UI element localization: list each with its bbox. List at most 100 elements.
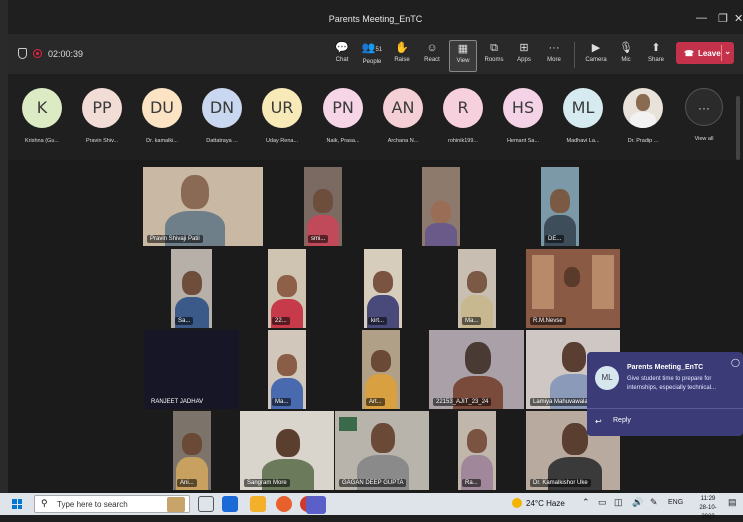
video-tile[interactable]: DE... xyxy=(541,167,579,246)
people-count: 51 xyxy=(375,47,383,53)
video-tile[interactable]: Sa... xyxy=(171,249,212,328)
participant-card[interactable]: PN Naik, Prasa... xyxy=(313,88,373,144)
participant-card[interactable]: DN Dattatraya ... xyxy=(192,88,252,144)
minimize-button[interactable]: — xyxy=(696,12,707,24)
participant-card[interactable]: DU Dr. kamalki... xyxy=(132,88,192,144)
leave-divider xyxy=(721,45,722,61)
avatar: K xyxy=(22,88,62,128)
video-tile[interactable]: 22... xyxy=(268,249,306,328)
notification-title: Parents Meeting_EnTC xyxy=(627,364,704,371)
chat-notification[interactable]: ML Parents Meeting_EnTC Give student tim… xyxy=(587,352,743,436)
search-highlight-icon xyxy=(167,497,185,512)
notification-center-icon[interactable]: ▤ xyxy=(728,497,737,508)
sun-icon xyxy=(512,498,522,508)
mic-icon: 🎙 xyxy=(619,42,633,54)
teams-icon[interactable] xyxy=(306,496,326,514)
reply-icon: ↩ xyxy=(595,417,602,426)
rooms-button[interactable]: ⧉ Rooms xyxy=(480,40,508,72)
shield-icon xyxy=(18,48,27,59)
participant-name: Dr. Kamalkishor Uke xyxy=(530,479,591,487)
file-explorer-icon[interactable] xyxy=(250,496,266,512)
video-tile[interactable]: Ra... xyxy=(458,411,496,490)
share-icon: ⬆ xyxy=(651,42,661,54)
edge-icon[interactable] xyxy=(222,496,238,512)
video-tile[interactable]: Art... xyxy=(362,330,400,409)
chevron-up-icon[interactable]: ⌃ xyxy=(582,497,590,508)
view-all-button[interactable]: ··· View all xyxy=(674,88,734,142)
video-tile[interactable]: 22153_AJIT_23_24 xyxy=(429,330,524,409)
people-button[interactable]: 👥51 People xyxy=(357,40,387,72)
video-grid: Pravin Shivaji Patil smi... DE... Sa... … xyxy=(8,160,743,493)
react-icon: ☺ xyxy=(426,42,438,54)
apps-icon: ⊞ xyxy=(519,42,529,54)
firefox-icon[interactable] xyxy=(276,496,292,512)
avatar: PP xyxy=(82,88,122,128)
video-tile[interactable]: RANJEET JADHAV xyxy=(144,330,239,409)
video-tile[interactable]: kirt... xyxy=(364,249,402,328)
participant-name: 22... xyxy=(272,317,290,325)
view-button[interactable]: ▦ View xyxy=(449,40,477,72)
avatar: HS xyxy=(503,88,543,128)
view-grid-icon: ▦ xyxy=(457,43,469,55)
video-tile[interactable]: Ma... xyxy=(458,249,496,328)
participant-card[interactable]: HS Hemant Sa... xyxy=(493,88,553,144)
participant-card[interactable]: R rohinik199... xyxy=(433,88,493,144)
chevron-down-icon[interactable]: ⌄ xyxy=(724,47,731,56)
title-bar: Parents Meeting_EnTC — ❐ ✕ xyxy=(8,6,743,34)
taskbar-search[interactable]: ⚲ Type here to search xyxy=(34,495,190,513)
participant-name: RANJEET JADHAV xyxy=(151,399,204,405)
weather-widget[interactable]: 24°C Haze xyxy=(512,498,565,508)
close-icon[interactable]: ◯ xyxy=(731,358,740,367)
participant-card[interactable]: AN Archana N... xyxy=(373,88,433,144)
language-indicator[interactable]: ENG xyxy=(668,499,683,506)
close-window-button[interactable]: ✕ xyxy=(734,12,743,25)
windows-start-icon[interactable] xyxy=(12,499,22,509)
share-button[interactable]: ⬆ Share xyxy=(642,40,670,72)
react-button[interactable]: ☺ React xyxy=(418,40,446,72)
video-tile[interactable]: R.M.Nevse xyxy=(526,249,620,328)
mic-button[interactable]: 🎙 Mic xyxy=(612,40,640,72)
avatar: ML xyxy=(563,88,603,128)
network-icon[interactable]: ◫ xyxy=(614,497,623,508)
video-tile[interactable]: Ma... xyxy=(268,330,306,409)
participant-card[interactable]: PP Pravin Shiv... xyxy=(72,88,132,144)
search-icon: ⚲ xyxy=(41,498,48,508)
participant-name: Ma... xyxy=(462,317,482,325)
reply-button[interactable]: ↩ Reply xyxy=(587,408,743,436)
more-button[interactable]: ··· More xyxy=(540,40,568,72)
participant-name: Ma... xyxy=(272,398,292,406)
apps-button[interactable]: ⊞ Apps xyxy=(510,40,538,72)
participant-name: 22153_AJIT_23_24 xyxy=(433,398,492,406)
meeting-status: 02:00:39 xyxy=(18,48,83,59)
video-tile[interactable] xyxy=(422,167,460,246)
pen-icon[interactable]: ✎ xyxy=(650,497,658,508)
chat-button[interactable]: 💬 Chat xyxy=(328,40,356,72)
restore-button[interactable]: ❐ xyxy=(718,12,728,25)
video-tile[interactable]: Pravin Shivaji Patil xyxy=(143,167,263,246)
windows-taskbar: ⚲ Type here to search 24°C Haze ⌃ ▭ ◫ 🔊 … xyxy=(0,493,743,520)
avatar: DN xyxy=(202,88,242,128)
battery-icon[interactable]: ▭ xyxy=(598,497,607,508)
participants-strip: K Krishna (Gu... PP Pravin Shiv... DU Dr… xyxy=(8,74,743,160)
system-clock[interactable]: 11:29 28-10-2023 xyxy=(693,495,723,522)
video-tile[interactable]: Sangram More xyxy=(240,411,334,490)
camera-off-icon: ▶ xyxy=(591,42,601,54)
avatar: ML xyxy=(595,366,619,390)
participant-card[interactable]: K Krishna (Gu... xyxy=(12,88,72,144)
video-tile[interactable]: smi... xyxy=(304,167,342,246)
camera-button[interactable]: ▶ Camera xyxy=(581,40,611,72)
task-view-icon[interactable] xyxy=(198,496,214,512)
participant-card[interactable]: Dr. Pradip ... xyxy=(613,88,673,144)
scrollbar[interactable] xyxy=(736,96,740,160)
notification-message: Give student time to prepare for interns… xyxy=(627,376,717,391)
raise-hand-button[interactable]: ✋ Raise xyxy=(388,40,416,72)
participant-name: Lamiya Mahuvawala xyxy=(530,398,591,406)
video-tile[interactable]: GAGAN DEEP GUPTA xyxy=(335,411,429,490)
participant-card[interactable]: ML Madhavi La... xyxy=(553,88,613,144)
participant-name: Art... xyxy=(366,398,385,406)
chat-icon: 💬 xyxy=(335,42,349,54)
leave-button[interactable]: ☎ Leave ⌄ xyxy=(676,42,734,64)
video-tile[interactable]: Ani... xyxy=(173,411,211,490)
volume-icon[interactable]: 🔊 xyxy=(632,497,643,508)
participant-card[interactable]: UR Uday Rena... xyxy=(252,88,312,144)
